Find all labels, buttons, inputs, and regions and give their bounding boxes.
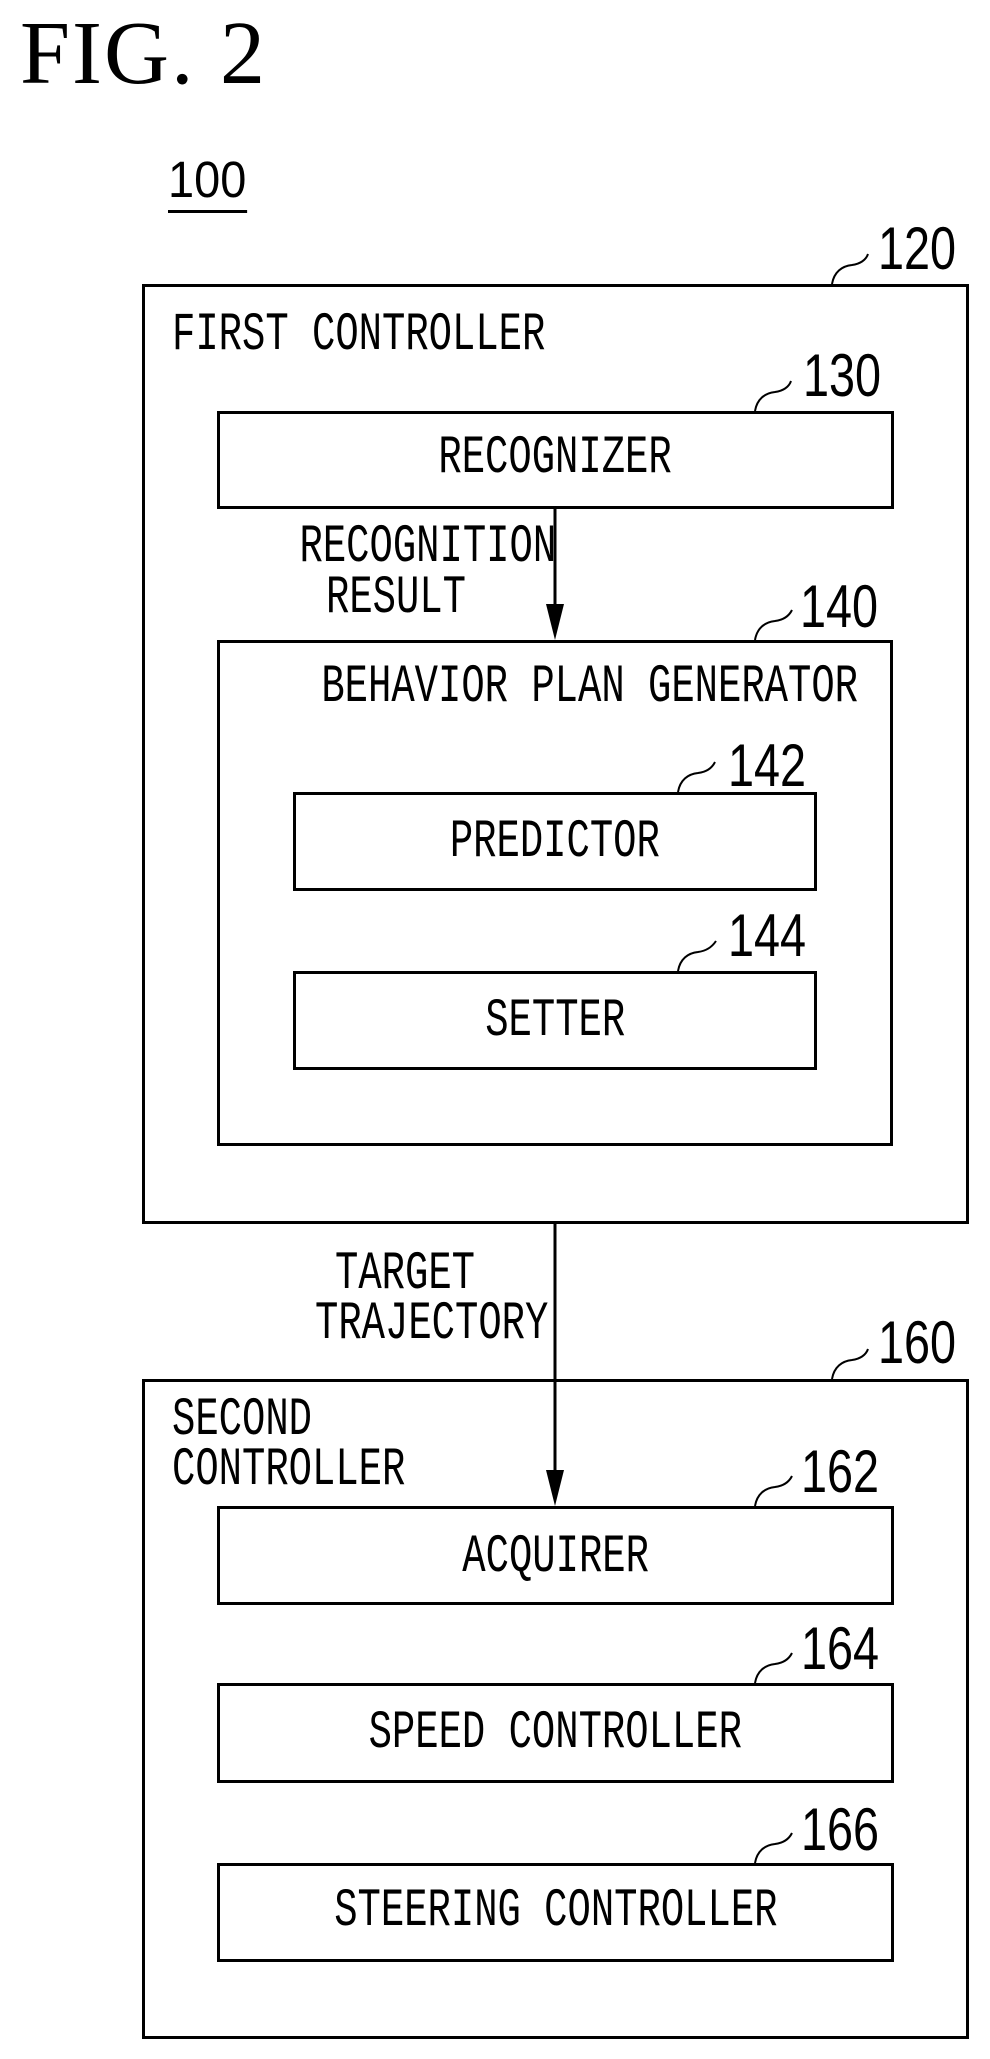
leader-line-120 <box>831 253 869 285</box>
second-controller-label-line1: SECOND <box>172 1390 312 1451</box>
first-controller-label: FIRST CONTROLLER <box>172 305 546 366</box>
steering-controller-label: STEERING CONTROLLER <box>333 1881 778 1942</box>
first-controller-ref: 120 <box>878 215 957 282</box>
setter-label: SETTER <box>485 991 625 1052</box>
leader-line-160 <box>831 1348 869 1380</box>
setter-ref: 144 <box>728 902 807 969</box>
behavior-plan-generator-ref: 140 <box>800 573 879 640</box>
behavior-plan-generator-label: BEHAVIOR PLAN GENERATOR <box>321 657 858 718</box>
recognizer-label: RECOGNIZER <box>438 428 673 489</box>
recognition-result-label-line1: RECOGNITION <box>299 517 557 578</box>
predictor-label: PREDICTOR <box>450 812 660 873</box>
second-controller-label-line2: CONTROLLER <box>172 1440 406 1501</box>
figure-title: FIG. 2 <box>20 4 268 103</box>
acquirer-ref: 162 <box>801 1438 880 1505</box>
second-controller-ref: 160 <box>878 1309 957 1376</box>
target-trajectory-label-line1: TARGET <box>335 1244 475 1305</box>
recognizer-ref: 130 <box>803 342 882 409</box>
speed-controller-ref: 164 <box>801 1615 880 1682</box>
steering-controller-ref: 166 <box>801 1796 880 1863</box>
speed-controller-label: SPEED CONTROLLER <box>368 1703 743 1764</box>
system-reference-number: 100 <box>168 150 248 213</box>
predictor-ref: 142 <box>728 732 807 799</box>
target-trajectory-label-line2: TRAJECTORY <box>315 1294 549 1355</box>
recognition-result-label-line2: RESULT <box>326 568 466 629</box>
acquirer-label: ACQUIRER <box>462 1527 649 1588</box>
